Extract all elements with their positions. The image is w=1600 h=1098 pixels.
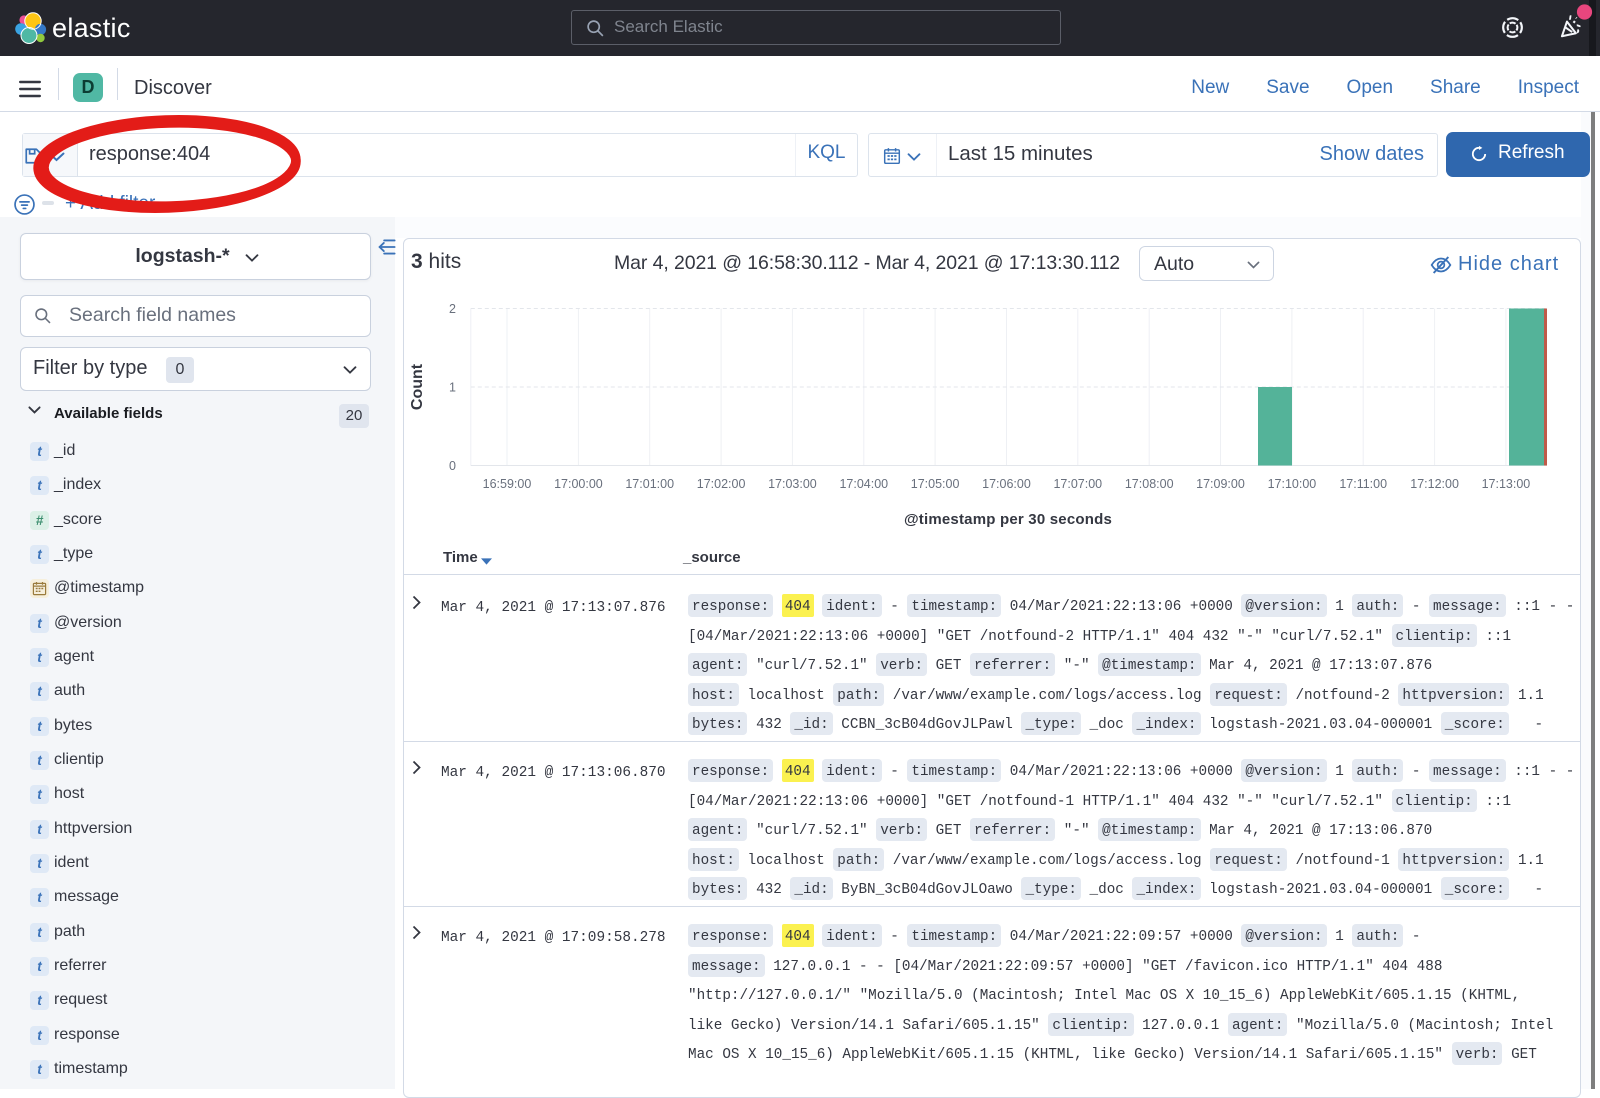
- svg-text:17:01:00: 17:01:00: [625, 477, 674, 491]
- svg-text:Count: Count: [409, 363, 426, 410]
- svg-text:17:04:00: 17:04:00: [839, 477, 888, 491]
- svg-text:17:09:00: 17:09:00: [1196, 477, 1245, 491]
- svg-text:0: 0: [449, 459, 456, 473]
- svg-text:17:12:00: 17:12:00: [1410, 477, 1459, 491]
- svg-text:17:03:00: 17:03:00: [768, 477, 817, 491]
- svg-text:17:07:00: 17:07:00: [1053, 477, 1102, 491]
- svg-text:17:13:00: 17:13:00: [1482, 477, 1531, 491]
- svg-text:16:59:00: 16:59:00: [483, 477, 532, 491]
- svg-text:17:08:00: 17:08:00: [1125, 477, 1174, 491]
- svg-text:17:10:00: 17:10:00: [1268, 477, 1317, 491]
- svg-text:17:00:00: 17:00:00: [554, 477, 603, 491]
- svg-text:17:02:00: 17:02:00: [697, 477, 746, 491]
- svg-text:2: 2: [449, 302, 456, 316]
- svg-text:17:06:00: 17:06:00: [982, 477, 1031, 491]
- svg-text:17:05:00: 17:05:00: [911, 477, 960, 491]
- svg-text:17:11:00: 17:11:00: [1339, 477, 1387, 491]
- svg-text:1: 1: [449, 381, 456, 395]
